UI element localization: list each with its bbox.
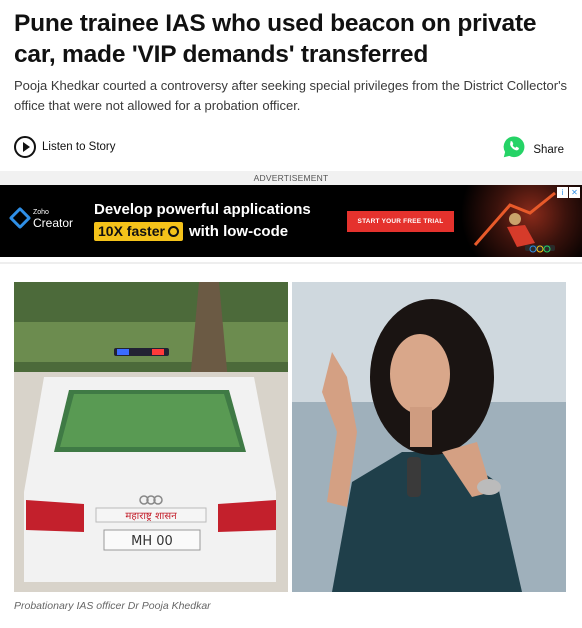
ad-close-icon[interactable]: ✕ — [569, 187, 580, 198]
ad-brand-big: Creator — [33, 216, 74, 230]
ad-info-icon[interactable]: i — [557, 187, 568, 198]
zoho-creator-logo: Zoho Creator — [8, 206, 74, 230]
share-button[interactable]: Share — [502, 135, 564, 164]
share-label: Share — [533, 143, 564, 156]
divider — [0, 262, 582, 264]
image-caption: Probationary IAS officer Dr Pooja Khedka… — [14, 600, 211, 612]
ad-tail: with low-code — [188, 223, 289, 240]
play-icon — [14, 136, 36, 158]
article-image: महाराष्ट्र शासन MH 00 — [14, 282, 566, 592]
advertisement-label: ADVERTISEMENT — [0, 171, 582, 185]
svg-text:महाराष्ट्र शासन: महाराष्ट्र शासन — [125, 511, 177, 522]
ad-badge: 10X faster — [94, 222, 183, 241]
svg-text:MH 00: MH 00 — [131, 534, 173, 549]
ad-close-controls[interactable]: i ✕ — [557, 187, 580, 198]
zoho-logo-icon — [8, 206, 32, 230]
article-headline: Pune trainee IAS who used beacon on priv… — [14, 10, 537, 68]
article-summary: Pooja Khedkar courted a controversy afte… — [14, 78, 568, 113]
speed-icon — [167, 226, 179, 237]
listen-label: Listen to Story — [42, 141, 116, 153]
ad-cta-button[interactable]: START YOUR FREE TRIAL — [347, 211, 454, 232]
whatsapp-icon — [502, 135, 526, 164]
photo-portrait — [292, 282, 566, 592]
advertisement-banner[interactable]: Zoho Creator Develop powerful applicatio… — [0, 185, 582, 257]
listen-to-story-button[interactable]: Listen to Story — [14, 136, 116, 158]
ad-headline: Develop powerful applications — [94, 201, 311, 218]
photo-car: महाराष्ट्र शासन MH 00 — [14, 282, 288, 592]
